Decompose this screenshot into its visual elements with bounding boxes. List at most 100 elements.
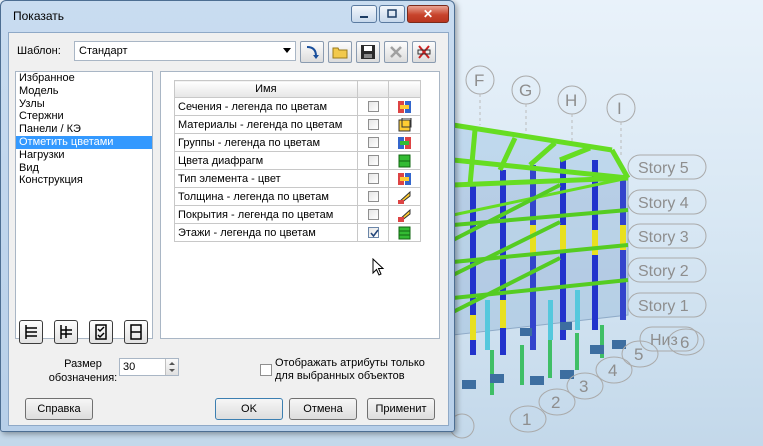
chevron-down-icon [283,48,291,53]
row-checkbox[interactable] [367,173,379,185]
story-label: Низ [650,332,678,349]
check-all-button[interactable] [89,320,113,344]
checkmark-icon [369,229,379,238]
table-row: Тип элемента - цвет [174,169,421,188]
grid-number: 5 [634,345,643,364]
expand-all-button[interactable] [19,320,43,344]
uncheck-all-button[interactable] [124,320,148,344]
delete-icon [390,46,402,58]
tree-item-favorites[interactable]: Избранное [16,72,152,85]
tree-item-structure[interactable]: Конструкция [16,174,152,187]
template-select[interactable]: Стандарт [74,41,296,61]
show-dialog: Показать ✕ Шаблон: Стандарт Избранное Мо… [0,0,455,432]
symbol-size-label: Размер обозначения: [48,358,118,384]
tree-item-panels[interactable]: Панели / КЭ [16,123,152,136]
sections-legend-icon [398,100,412,113]
story-label: Story 1 [638,298,689,315]
tree-item-members[interactable]: Стержни [16,110,152,123]
table-row: Материалы - легенда по цветам [174,115,421,134]
row-name: Этажи - легенда по цветам [174,223,358,242]
cut-icon [417,45,431,59]
row-checkbox[interactable] [367,191,379,203]
table-row: Группы - легенда по цветам [174,133,421,152]
apply-button[interactable]: Применит [367,398,435,420]
column-header-name[interactable]: Имя [174,80,358,98]
story-labels: Story 5 Story 4 Story 3 Story 2 Story 1 … [627,154,707,352]
row-checkbox[interactable] [367,101,379,113]
element-type-icon [398,172,412,185]
open-folder-icon [332,47,348,59]
open-template-button[interactable] [328,41,352,63]
minimize-icon [360,16,368,18]
tree-item-model[interactable]: Модель [16,85,152,98]
delete-template-button[interactable] [384,41,408,63]
column-header-check [356,80,390,98]
dialog-title: Показать [13,9,65,23]
save-disk-icon [361,45,375,59]
tree-item-color-mark[interactable]: Отметить цветами [16,135,152,149]
tree-item-nodes[interactable]: Узлы [16,98,152,111]
grid-number: 6 [680,333,689,352]
collapse-all-button[interactable] [54,320,78,344]
tree-item-view[interactable]: Вид [16,162,152,175]
row-checkbox-checked[interactable] [367,227,379,239]
cancel-button[interactable]: Отмена [289,398,357,420]
tree-item-loads[interactable]: Нагрузки [16,149,152,162]
materials-legend-icon [398,117,412,131]
title-bar[interactable]: Показать ✕ [1,1,454,31]
mouse-cursor-icon [372,258,385,276]
collapse-tree-icon [60,325,72,339]
check-all-icon [95,324,107,340]
table-row: Толщина - легенда по цветам [174,187,421,206]
apply-template-icon [306,46,319,59]
symbol-size-value: 30 [123,361,136,373]
ok-button[interactable]: OK [215,398,283,420]
story-label: Story 3 [638,229,689,246]
diaphragm-colors-icon [398,154,411,167]
table-row: Покрытия - легенда по цветам [174,205,421,224]
row-checkbox[interactable] [367,119,379,131]
template-label: Шаблон: [17,45,61,57]
row-checkbox[interactable] [367,209,379,221]
uncheck-all-icon [130,324,142,340]
row-name: Группы - легенда по цветам [174,133,358,152]
close-button[interactable]: ✕ [407,5,449,23]
template-value: Стандарт [79,45,128,57]
grid-number: 4 [608,361,617,380]
help-button[interactable]: Справка [25,398,93,420]
row-name: Толщина - легенда по цветам [174,187,358,206]
grid-letter: I [617,99,622,118]
grid-letter: F [474,71,484,90]
row-name: Цвета диафрагм [174,151,358,170]
minimize-button[interactable] [351,5,377,23]
story-label: Story 4 [638,195,689,212]
column-header-icon [388,80,421,98]
save-template-button[interactable] [356,41,380,63]
grid-letter: H [565,91,577,110]
coverings-legend-icon [398,208,411,222]
row-name: Сечения - легенда по цветам [174,97,358,116]
table-row: Цвета диафрагм [174,151,421,170]
row-name: Тип элемента - цвет [174,169,358,188]
table-row: Сечения - легенда по цветам [174,97,421,116]
row-name: Материалы - легенда по цветам [174,115,358,134]
selected-only-label: Отображать атрибуты только для выбранных… [275,357,425,382]
story-label: Story 5 [638,160,689,177]
row-checkbox[interactable] [367,137,379,149]
thickness-legend-icon [398,190,411,204]
maximize-icon [387,9,397,18]
selected-only-checkbox[interactable] [260,364,272,376]
symbol-size-stepper[interactable]: 30 [119,358,179,376]
row-checkbox[interactable] [367,155,379,167]
table-row: Этажи - легенда по цветам [174,223,421,242]
category-tree[interactable]: Избранное Модель Узлы Стержни Панели / К… [15,71,153,339]
expand-tree-icon [25,325,37,339]
dialog-body: Шаблон: Стандарт Избранное Модель Узлы С… [8,32,449,426]
maximize-button[interactable] [379,5,405,23]
cut-template-button[interactable] [412,41,436,63]
spin-buttons[interactable] [165,359,178,375]
apply-template-button[interactable] [300,41,324,63]
grid-letter: G [519,81,532,100]
groups-legend-icon [398,136,412,149]
grid-number: 3 [579,377,588,396]
